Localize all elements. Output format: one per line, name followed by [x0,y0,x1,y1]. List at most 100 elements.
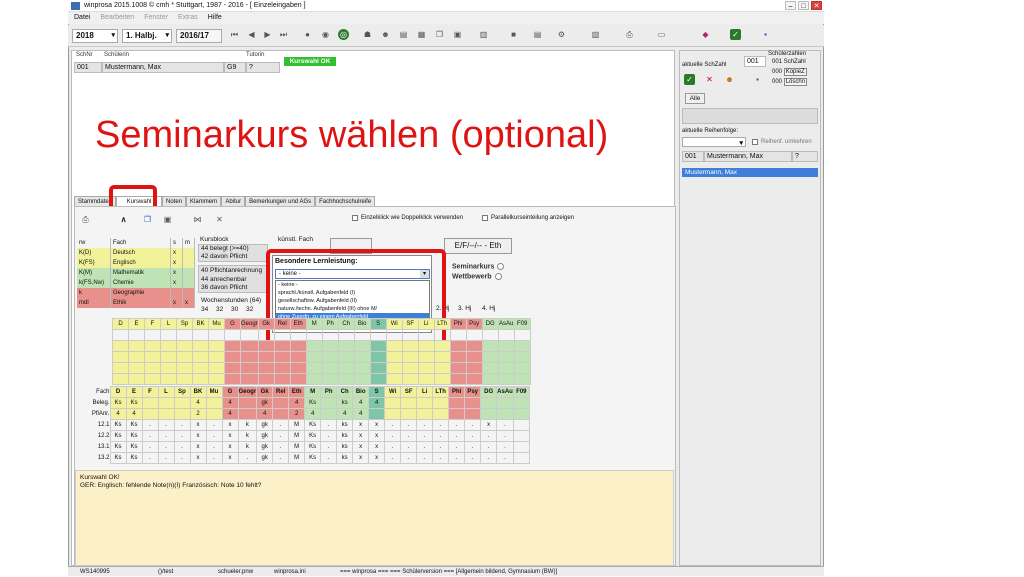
planning-cell[interactable] [449,362,467,374]
planning-cell[interactable] [192,329,209,341]
check-icon[interactable]: ✓ [684,74,695,85]
planning-cell[interactable] [321,329,339,341]
planning-cell[interactable] [385,329,403,341]
planning-cell[interactable] [417,340,435,352]
planning-cell[interactable] [481,329,499,341]
floppy-icon[interactable]: ▪ [760,29,771,40]
clipboard-icon[interactable]: ▣ [162,214,173,225]
planning-cell[interactable] [385,373,403,385]
planning-cell[interactable] [481,351,499,363]
copy-icon[interactable]: ❐ [434,29,445,40]
planning-cell[interactable] [273,340,291,352]
planning-cell[interactable] [481,373,499,385]
planning-cell[interactable] [497,351,515,363]
menu-bearbeiten[interactable]: Bearbeiten [100,12,134,24]
planning-cell[interactable] [257,340,275,352]
planning-cell[interactable] [240,362,259,374]
planning-cell[interactable] [240,340,259,352]
planning-cell[interactable] [240,373,259,385]
planning-cell[interactable] [128,340,145,352]
circle-icon[interactable]: ● [302,29,313,40]
document-icon[interactable]: ▤ [398,29,409,40]
planning-cell[interactable] [289,329,307,341]
planning-cell[interactable] [433,329,451,341]
planning-cell[interactable] [273,351,291,363]
planning-cell[interactable] [513,329,531,341]
planning-cell[interactable] [144,351,161,363]
export-icon[interactable]: ▭ [656,29,667,40]
planning-cell[interactable] [385,362,403,374]
tab-bemerkungen[interactable]: Bemerkungen und AGs [245,196,316,206]
planning-cell[interactable] [208,351,225,363]
planning-cell[interactable] [192,362,209,374]
settings-icon[interactable]: ⚙ [556,29,567,40]
planning-cell[interactable] [513,362,531,374]
target-icon[interactable]: ◉ [320,29,331,40]
planning-cell[interactable] [257,351,275,363]
planning-cell[interactable] [273,362,291,374]
planning-cell[interactable] [305,340,323,352]
planning-cell[interactable] [273,329,291,341]
planning-cell[interactable] [417,351,435,363]
planning-cell[interactable] [337,329,355,341]
student-list-item[interactable]: Mustermann, Max [682,168,818,177]
planning-cell[interactable] [192,351,209,363]
planning-cell[interactable] [337,340,355,352]
planning-cell[interactable] [465,340,483,352]
planning-cell[interactable] [497,362,515,374]
alle-button[interactable]: Alle [685,93,705,104]
planning-cell[interactable] [128,351,145,363]
planning-cell[interactable] [257,362,275,374]
planning-cell[interactable] [305,351,323,363]
planning-cell[interactable] [449,340,467,352]
planning-cell[interactable] [497,340,515,352]
cross-bar-icon[interactable]: ⋈ [192,214,203,225]
wettbewerb-radio[interactable]: Wettbewerb [452,273,502,280]
planning-cell[interactable] [305,362,323,374]
subject-row[interactable]: K(M) Mathematik x [77,268,195,278]
planning-cell[interactable] [513,373,531,385]
planning-cell[interactable] [401,351,419,363]
planning-cell[interactable] [353,373,371,385]
reihenfolge-select[interactable]: ▾ [682,137,746,147]
planning-cell[interactable] [160,362,177,374]
first-record-icon[interactable]: ⏮ [229,29,240,40]
planning-cell[interactable] [192,340,209,352]
class-field[interactable]: G9 [224,62,246,73]
planning-cell[interactable] [321,351,339,363]
planning-cell[interactable] [449,329,467,341]
person-icon[interactable]: ☻ [380,29,391,40]
planning-cell[interactable] [144,362,161,374]
planning-cell[interactable] [112,373,129,385]
planning-cell[interactable] [369,340,387,352]
menu-hilfe[interactable]: Hilfe [208,12,222,24]
printer-icon[interactable]: ⎙ [80,214,91,225]
planning-cell[interactable] [289,373,307,385]
planning-cell[interactable] [208,373,225,385]
planning-cell[interactable] [465,351,483,363]
printer-icon[interactable]: ⎙ [624,29,635,40]
schoolyear-field[interactable]: 2016/17 [176,29,222,43]
planning-cell[interactable] [112,351,129,363]
planning-cell[interactable] [305,329,323,341]
planning-cell[interactable] [337,362,355,374]
planning-cell[interactable] [224,329,241,341]
planning-cell[interactable] [321,373,339,385]
planning-cell[interactable] [112,329,129,341]
next-record-icon[interactable]: ▶ [262,29,273,40]
planning-cell[interactable] [417,362,435,374]
planning-cell[interactable] [144,340,161,352]
table-icon[interactable]: ▥ [478,29,489,40]
schzahl-field[interactable]: 001 [744,56,766,67]
planning-cell[interactable] [433,340,451,352]
planning-cell[interactable] [224,373,241,385]
planning-cell[interactable] [160,373,177,385]
list-icon[interactable]: ▤ [532,29,543,40]
tab-fachhochschulreife[interactable]: Fachhochschulreife [315,196,376,206]
planning-cell[interactable] [337,373,355,385]
planning-cell[interactable] [208,362,225,374]
planning-cell[interactable] [465,329,483,341]
planning-cell[interactable] [240,329,259,341]
planning-cell[interactable] [465,362,483,374]
minimize-icon[interactable]: – [785,1,796,10]
